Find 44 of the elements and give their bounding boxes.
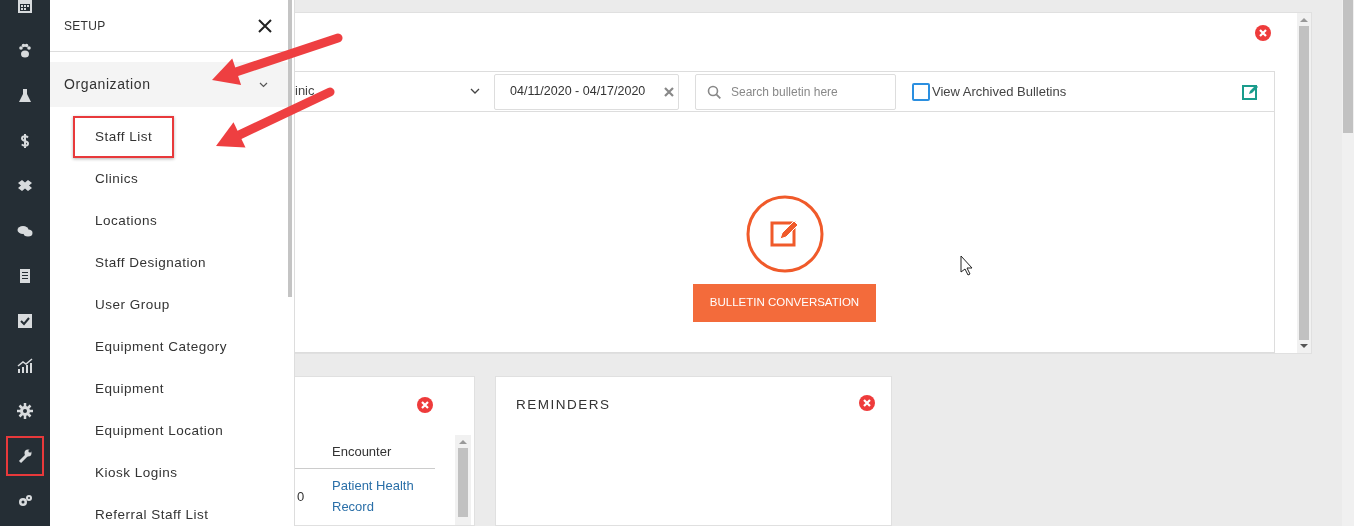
scrollbar[interactable] [455,435,471,525]
clinic-select[interactable]: inic [295,71,488,112]
menu-item[interactable]: Referral Staff List [73,494,231,526]
document-icon [17,268,33,284]
chat-icon [17,223,33,239]
close-icon[interactable] [258,18,272,33]
mouse-cursor-icon [960,255,973,276]
checkbox[interactable] [912,82,930,101]
menu-item[interactable]: Equipment [73,368,187,410]
search-field[interactable]: Search bulletin here [695,73,896,110]
chevron-icon [470,88,480,94]
menu-item[interactable]: Kiosk Logins [73,452,200,494]
search-icon [707,84,721,99]
checklist-icon [17,313,33,329]
record-link[interactable]: Patient Health Record [332,475,442,517]
card-title: REMINDERS [516,396,611,414]
table-cell-text: 0 [296,488,306,506]
wrench-icon [17,448,33,464]
date-range-field[interactable]: 04/11/2020 - 04/17/2020 [494,73,679,110]
edit-icon[interactable] [1242,84,1258,101]
clear-icon[interactable] [664,86,674,97]
menu-item[interactable]: Clinics [73,158,161,200]
paw-icon [17,43,33,59]
menu-group-header[interactable]: Organization [50,62,288,107]
panel-title: SETUP [64,17,106,35]
settings-icon [17,403,33,419]
sidebar-button[interactable] [6,436,44,476]
flask-icon [17,88,33,104]
edit-icon [745,195,824,273]
menu-item[interactable]: Staff Designation [73,242,229,284]
menu-item[interactable]: User Group [73,284,192,326]
checkbox-label: View Archived Bulletins [932,82,1067,101]
menu-item[interactable]: Equipment Category [73,326,250,368]
gears-icon [17,493,33,509]
scrollbar-thumb[interactable] [1343,0,1353,133]
scroll-down-icon[interactable] [1300,344,1308,349]
scrollbar-thumb[interactable] [288,0,292,297]
chevron-icon [259,81,268,88]
menu-item[interactable]: Locations [73,200,180,242]
column-header: Encounter [332,442,392,461]
scrollbar[interactable] [1297,13,1311,353]
chart-icon [17,358,33,374]
menu-item[interactable]: Equipment Location [73,410,246,452]
menu-item[interactable]: Staff List [73,116,175,158]
